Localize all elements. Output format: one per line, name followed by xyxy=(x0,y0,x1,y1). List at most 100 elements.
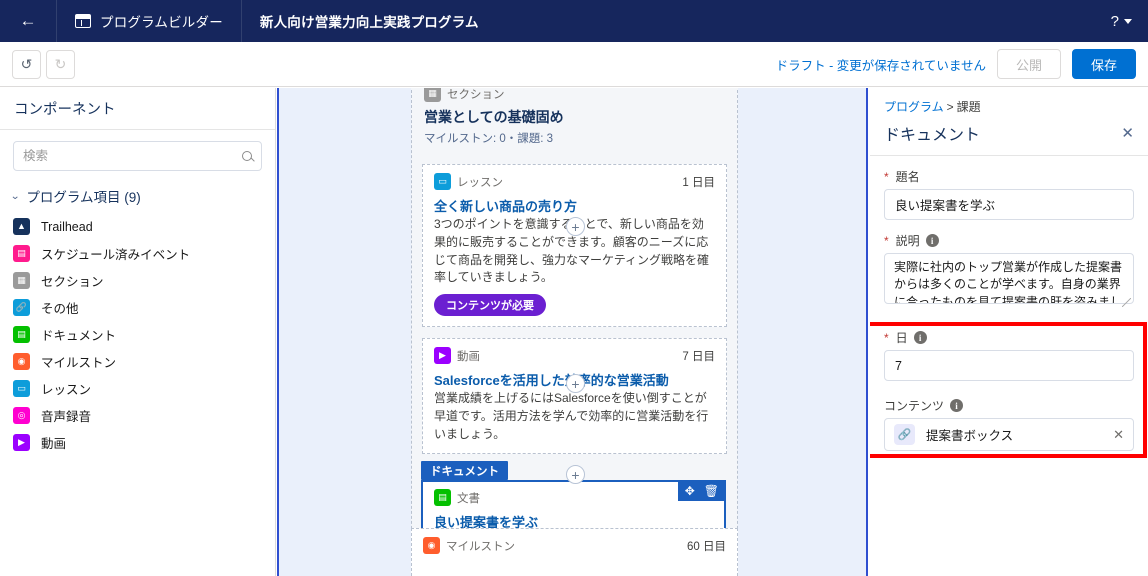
save-button[interactable]: 保存 xyxy=(1071,49,1136,79)
app-grid-icon xyxy=(75,14,91,28)
title-field-label: * 題名 xyxy=(884,168,1134,185)
milestone-card[interactable]: ◉ マイルストン 60 日目 xyxy=(411,528,738,576)
info-icon[interactable]: i xyxy=(913,331,927,344)
video-icon: ▶ xyxy=(434,347,451,364)
details-panel: プログラム>課題 ドキュメント ✕ * 題名 * 説明 i 実際に社内のトップ営… xyxy=(870,88,1148,576)
sidebar-item-label: Trailhead xyxy=(41,219,93,234)
undo-button[interactable]: ↺ xyxy=(12,49,41,79)
label-text: 日 xyxy=(895,331,908,345)
undo-icon: ↺ xyxy=(20,55,33,72)
components-sidebar: コンポーネント ⌄ プログラム項目 (9) ▲ Trailhead ▤ スケジュール済… xyxy=(0,88,276,576)
card-title[interactable]: 全く新しい商品の売り方 xyxy=(434,196,715,215)
card-description: 営業成績を上げるにはSalesforceを使い倒すことが早道です。活用方法を学ん… xyxy=(434,391,709,441)
search-box[interactable] xyxy=(13,141,262,171)
title-input[interactable] xyxy=(884,189,1134,220)
section-title: 営業としての基礎固め xyxy=(424,109,564,125)
sidebar-item-label: セクション xyxy=(41,275,104,289)
card-type-label: レッスン xyxy=(457,176,503,189)
day-field-group: * 日 i xyxy=(884,329,1134,381)
card-type-label: マイルストン xyxy=(446,540,515,553)
trash-icon[interactable]: 🗑 xyxy=(704,485,719,497)
undo-redo-group: ↺ ↻ xyxy=(0,49,75,79)
close-icon[interactable]: ✕ xyxy=(1121,124,1134,142)
help-icon: ? xyxy=(1110,12,1119,30)
card-title[interactable] xyxy=(423,560,726,575)
required-marker: * xyxy=(884,330,889,345)
sidebar-item-1[interactable]: ▲ Trailhead xyxy=(0,213,275,240)
panel-header: ドキュメント ✕ xyxy=(870,121,1148,156)
chevron-down-icon xyxy=(1124,18,1132,24)
sidebar-item-label: レッスン xyxy=(41,383,92,397)
sidebar-item-label: スケジュール済みイベント xyxy=(41,248,191,262)
section-type-label: セクション xyxy=(447,88,505,101)
arrow-left-icon: ← xyxy=(19,11,37,30)
remove-content-icon[interactable]: ✕ xyxy=(1113,427,1124,443)
breadcrumb: プログラム > 課題 xyxy=(870,88,1148,121)
card-day-label: 60 日目 xyxy=(687,540,726,553)
calendar-icon: ▤ xyxy=(13,245,30,262)
sidebar-item-5[interactable]: ▤ ドキュメント xyxy=(0,321,275,348)
help-menu[interactable]: ? xyxy=(1111,13,1148,30)
sidebar-item-8[interactable]: ◎ 音声録音 xyxy=(0,402,275,429)
top-navigation-bar: ← プログラムビルダー 新人向け営業力向上実践プログラム ? xyxy=(0,0,1148,42)
component-list: ▲ Trailhead ▤ スケジュール済みイベント ▦ セクション 🔗 その他 ▤ ドキュメント… xyxy=(0,213,275,456)
lesson-icon: ▭ xyxy=(434,173,451,190)
card-action-bar: ✥ 🗑 xyxy=(677,480,726,501)
add-item-button[interactable]: + xyxy=(566,465,585,484)
sidebar-item-2[interactable]: ▤ スケジュール済みイベント xyxy=(0,240,275,267)
info-icon[interactable]: i xyxy=(925,234,939,247)
resize-handle[interactable] xyxy=(1122,298,1131,307)
card-type-chip: ▤ 文書 xyxy=(434,489,480,506)
search-container xyxy=(0,130,275,177)
group-label: プログラム項目 (9) xyxy=(26,190,141,205)
toolbar-actions: ドラフト - 変更が保存されていません 公開 保存 xyxy=(776,49,1148,79)
publish-button[interactable]: 公開 xyxy=(996,49,1061,79)
headphones-icon: ◎ xyxy=(13,407,30,424)
required-marker: * xyxy=(884,169,889,184)
video-icon: ▶ xyxy=(13,434,30,451)
search-icon xyxy=(242,151,252,161)
description-textarea[interactable]: 実際に社内のトップ営業が作成した提案書からは多くのことが学べます。自身の業界に合… xyxy=(884,253,1134,304)
content-item-pill[interactable]: 🔗 提案書ボックス ✕ xyxy=(884,418,1134,451)
sidebar-item-4[interactable]: 🔗 その他 xyxy=(0,294,275,321)
app-name-label: プログラムビルダー xyxy=(100,15,223,30)
document-icon: ▤ xyxy=(13,326,30,343)
card-type-chip: ▶ 動画 xyxy=(434,347,480,364)
panel-form: * 題名 * 説明 i 実際に社内のトップ営業が作成した提案書からは多くのことが… xyxy=(870,156,1148,451)
breadcrumb-root-link[interactable]: プログラム xyxy=(884,100,944,114)
sidebar-item-label: ドキュメント xyxy=(41,329,117,343)
content-field-group: コンテンツ i 🔗 提案書ボックス ✕ xyxy=(884,397,1134,451)
content-item-label: 提案書ボックス xyxy=(926,429,1014,443)
add-item-button[interactable]: + xyxy=(566,217,585,236)
add-item-button[interactable]: + xyxy=(566,374,585,393)
card-header: ◉ マイルストン 60 日目 xyxy=(423,537,726,554)
description-field-group: * 説明 i 実際に社内のトップ営業が作成した提案書からは多くのことが学べます。… xyxy=(884,232,1134,309)
video-card[interactable]: ▶ 動画 7 日目 Salesforceを活用した効率的な営業活動 営業成績を上… xyxy=(422,338,727,455)
card-day-label: 7 日目 xyxy=(682,350,715,363)
sidebar-item-label: その他 xyxy=(41,302,79,316)
day-input[interactable] xyxy=(884,350,1134,381)
app-name-group[interactable]: プログラムビルダー xyxy=(57,0,241,42)
program-items-group-header[interactable]: ⌄ プログラム項目 (9) xyxy=(0,177,275,213)
label-text: 題名 xyxy=(895,170,920,184)
chevron-down-icon: ⌄ xyxy=(10,190,21,202)
sidebar-item-9[interactable]: ▶ 動画 xyxy=(0,429,275,456)
lesson-card[interactable]: ▭ レッスン 1 日目 全く新しい商品の売り方 3つのポイントを意識することで、… xyxy=(422,164,727,327)
move-icon[interactable]: ✥ xyxy=(685,485,695,497)
selected-card-tab-label: ドキュメント xyxy=(421,461,508,480)
back-button[interactable]: ← xyxy=(0,0,56,42)
milestone-icon: ◉ xyxy=(423,537,440,554)
section-type-chip: ▦ セクション xyxy=(424,88,725,102)
section-meta: マイルストン: 0・課題: 3 xyxy=(424,133,554,145)
sidebar-item-3[interactable]: ▦ セクション xyxy=(0,267,275,294)
search-input[interactable] xyxy=(23,149,236,163)
sidebar-item-6[interactable]: ◉ マイルストン xyxy=(0,348,275,375)
trailhead-icon: ▲ xyxy=(13,218,30,235)
label-text: コンテンツ xyxy=(884,399,945,413)
link-icon: 🔗 xyxy=(13,299,30,316)
status-badge: コンテンツが必要 xyxy=(434,294,546,316)
redo-icon: ↻ xyxy=(54,55,67,72)
sidebar-item-7[interactable]: ▭ レッスン xyxy=(0,375,275,402)
info-icon[interactable]: i xyxy=(950,399,964,412)
redo-button[interactable]: ↻ xyxy=(46,49,75,79)
